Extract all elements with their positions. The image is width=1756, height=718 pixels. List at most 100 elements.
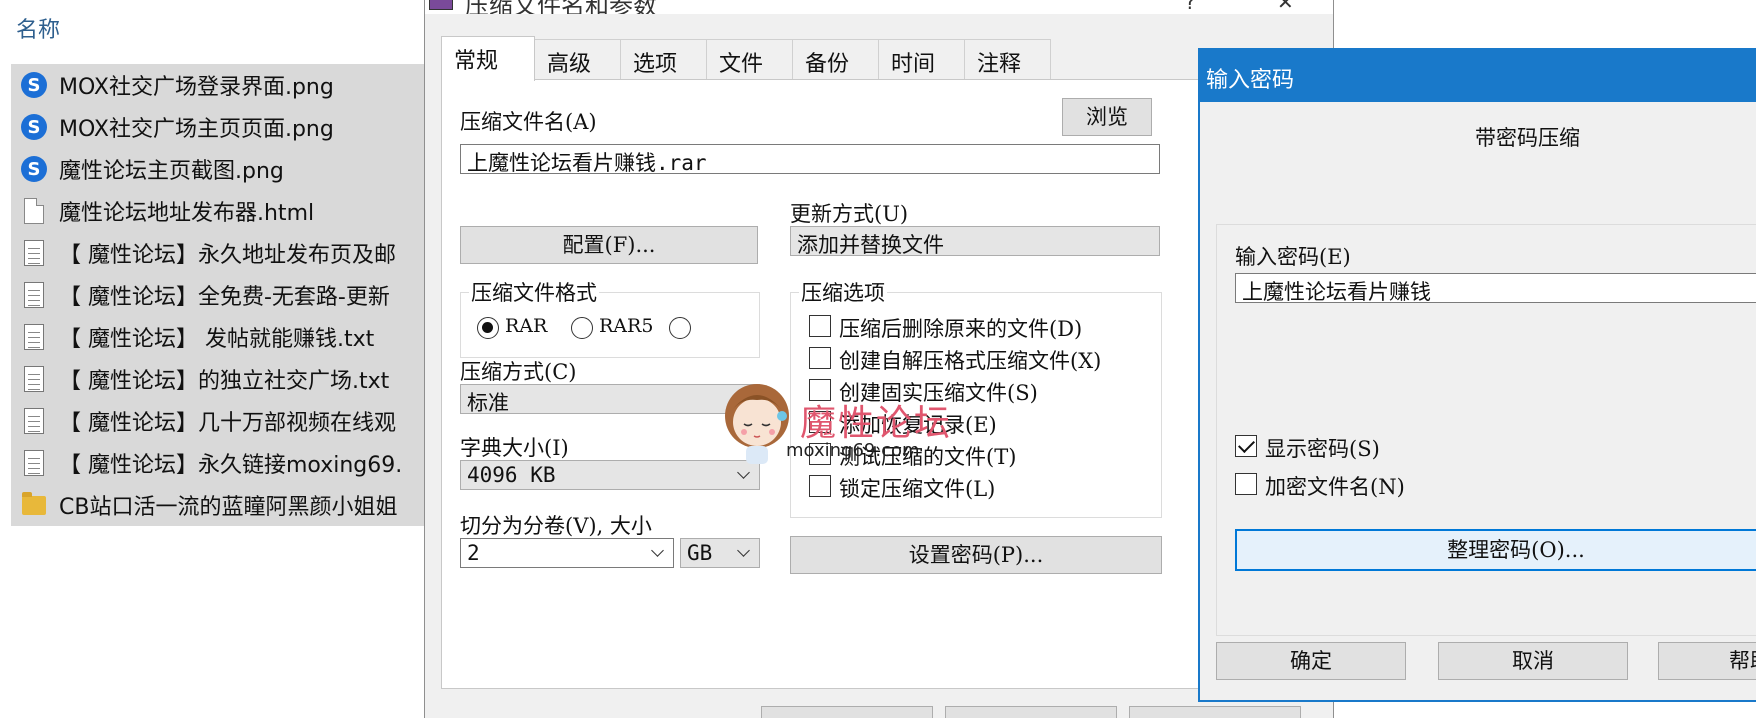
tab-options[interactable]: 选项: [620, 39, 707, 80]
file-name: 魔性论坛地址发布器.html: [59, 201, 315, 226]
file-row[interactable]: S MOX社交广场登录界面.png: [11, 64, 431, 106]
file-list: S MOX社交广场登录界面.png S MOX社交广场主页页面.png S 魔性…: [11, 64, 431, 526]
organize-passwords-button[interactable]: 整理密码(O)...: [1235, 529, 1756, 571]
browse-button[interactable]: 浏览: [1062, 98, 1152, 136]
column-header-name[interactable]: 名称: [16, 12, 60, 44]
radio-rar-label: RAR: [505, 315, 548, 337]
image-png-icon: S: [21, 114, 47, 140]
watermark: 魔性论坛 moxing69.com: [722, 380, 1002, 490]
text-file-icon: [24, 324, 44, 350]
checkbox-delete-after[interactable]: [809, 315, 831, 337]
tab-general[interactable]: 常规: [441, 36, 535, 81]
html-file-icon: [24, 198, 44, 224]
dictionary-select[interactable]: 4096 KB: [460, 460, 760, 490]
file-row[interactable]: 【 魔性论坛】几十万部视频在线观: [11, 400, 431, 442]
password-dialog-title: 输入密码: [1206, 68, 1295, 93]
watermark-text: 魔性论坛: [800, 403, 953, 444]
options-group-label: 压缩选项: [799, 277, 887, 307]
file-name: 【 魔性论坛】 发帖就能赚钱.txt: [59, 327, 375, 352]
watermark-url: moxing69.com: [786, 440, 920, 461]
split-label: 切分为分卷(V), 大小: [460, 514, 652, 538]
text-file-icon: [24, 240, 44, 266]
password-help-label: 帮助: [1729, 649, 1756, 673]
update-mode-select[interactable]: 添加并替换文件: [790, 226, 1160, 256]
archive-name-label: 压缩文件名(A): [460, 110, 597, 134]
tab-backup[interactable]: 备份: [792, 39, 879, 80]
split-size-combo[interactable]: 2: [460, 538, 674, 568]
text-file-icon: [24, 282, 44, 308]
radio-zip[interactable]: [669, 317, 691, 339]
format-group-label: 压缩文件格式: [469, 277, 599, 307]
method-select[interactable]: 标准: [460, 384, 760, 414]
split-unit-select[interactable]: GB: [680, 538, 760, 568]
password-help-button[interactable]: 帮助: [1658, 642, 1756, 680]
file-row[interactable]: 【 魔性论坛】永久地址发布页及邮: [11, 232, 431, 274]
file-name: 【 魔性论坛】几十万部视频在线观: [59, 411, 396, 436]
checkbox-sfx-label: 创建自解压格式压缩文件(X): [839, 349, 1102, 373]
file-row[interactable]: 【 魔性论坛】全免费-无套路-更新: [11, 274, 431, 316]
file-row[interactable]: S 魔性论坛主页截图.png: [11, 148, 431, 190]
file-row[interactable]: S MOX社交广场主页页面.png: [11, 106, 431, 148]
text-file-icon: [24, 408, 44, 434]
checkbox-delete-after-label: 压缩后删除原来的文件(D): [839, 317, 1083, 341]
checkbox-encrypt-names[interactable]: [1235, 473, 1257, 495]
text-file-icon: [24, 366, 44, 392]
close-icon[interactable]: ✕: [1277, 0, 1294, 14]
file-name: 【 魔性论坛】永久链接moxing69.: [59, 453, 403, 478]
method-value: 标准: [467, 391, 509, 414]
password-input[interactable]: 上魔性论坛看片赚钱: [1235, 273, 1756, 303]
archive-ok-button[interactable]: [761, 706, 933, 718]
file-row[interactable]: CB站口活一流的蓝瞳阿黑颜小姐姐: [11, 484, 431, 526]
file-name: 【 魔性论坛】的独立社交广场.txt: [59, 369, 390, 394]
password-ok-button[interactable]: 确定: [1216, 642, 1406, 680]
password-cancel-button[interactable]: 取消: [1438, 642, 1628, 680]
checkbox-sfx[interactable]: [809, 347, 831, 369]
archive-titlebar[interactable]: 压缩文件名和参数 ? ✕: [425, 0, 1333, 14]
profiles-button[interactable]: 配置(F)...: [460, 226, 758, 264]
file-name: 【 魔性论坛】全免费-无套路-更新: [59, 285, 390, 310]
text-file-icon: [24, 450, 44, 476]
update-mode-value: 添加并替换文件: [797, 233, 944, 256]
password-dialog: 输入密码 带密码压缩 输入密码(E) 上魔性论坛看片赚钱 显示密码(S) 加密文…: [1198, 48, 1756, 702]
format-group: 压缩文件格式 RAR RAR5: [460, 277, 760, 358]
password-panel: 输入密码(E) 上魔性论坛看片赚钱 显示密码(S) 加密文件名(N) 整理密码(…: [1216, 224, 1756, 636]
tab-time[interactable]: 时间: [878, 39, 965, 80]
radio-rar5[interactable]: [571, 317, 593, 339]
checkbox-show-password[interactable]: [1235, 435, 1257, 457]
file-explorer: 名称 S MOX社交广场登录界面.png S MOX社交广场主页页面.png S…: [0, 0, 431, 718]
set-password-button[interactable]: 设置密码(P)...: [790, 536, 1162, 574]
dictionary-label: 字典大小(I): [460, 436, 569, 460]
password-input-label: 输入密码(E): [1235, 245, 1351, 269]
tab-panel-general: 压缩文件名(A) 浏览 上魔性论坛看片赚钱.rar 更新方式(U) 添加并替换文…: [441, 79, 1319, 689]
file-name: 魔性论坛主页截图.png: [59, 159, 284, 184]
tab-files[interactable]: 文件: [706, 39, 793, 80]
method-label: 压缩方式(C): [460, 360, 577, 384]
encrypt-names-label: 加密文件名(N): [1265, 475, 1405, 499]
file-name: MOX社交广场登录界面.png: [59, 75, 334, 100]
mascot-icon: [725, 384, 789, 464]
file-row[interactable]: 【 魔性论坛】 发帖就能赚钱.txt: [11, 316, 431, 358]
split-unit-value: GB: [687, 541, 713, 565]
tab-advanced[interactable]: 高级: [534, 39, 621, 80]
image-png-icon: S: [21, 72, 47, 98]
password-titlebar[interactable]: 输入密码: [1200, 50, 1756, 102]
show-password-label: 显示密码(S): [1265, 437, 1380, 461]
file-name: MOX社交广场主页页面.png: [59, 117, 334, 142]
update-mode-label: 更新方式(U): [790, 202, 909, 226]
file-name: 【 魔性论坛】永久地址发布页及邮: [59, 243, 396, 268]
file-row[interactable]: 【 魔性论坛】的独立社交广场.txt: [11, 358, 431, 400]
file-row[interactable]: 魔性论坛地址发布器.html: [11, 190, 431, 232]
archive-cancel-button[interactable]: [945, 706, 1117, 718]
file-row[interactable]: 【 魔性论坛】永久链接moxing69.: [11, 442, 431, 484]
image-png-icon: S: [21, 156, 47, 182]
archive-title: 压缩文件名和参数: [465, 0, 657, 14]
chevron-down-icon: [737, 543, 751, 561]
radio-rar5-label: RAR5: [599, 315, 654, 337]
radio-rar[interactable]: [477, 317, 499, 339]
folder-icon: [22, 491, 46, 515]
tab-comment[interactable]: 注释: [964, 39, 1051, 80]
archive-name-input[interactable]: 上魔性论坛看片赚钱.rar: [460, 144, 1160, 174]
archive-help-button[interactable]: [1129, 706, 1301, 718]
help-icon[interactable]: ?: [1185, 0, 1196, 14]
password-heading: 带密码压缩: [1475, 126, 1580, 150]
